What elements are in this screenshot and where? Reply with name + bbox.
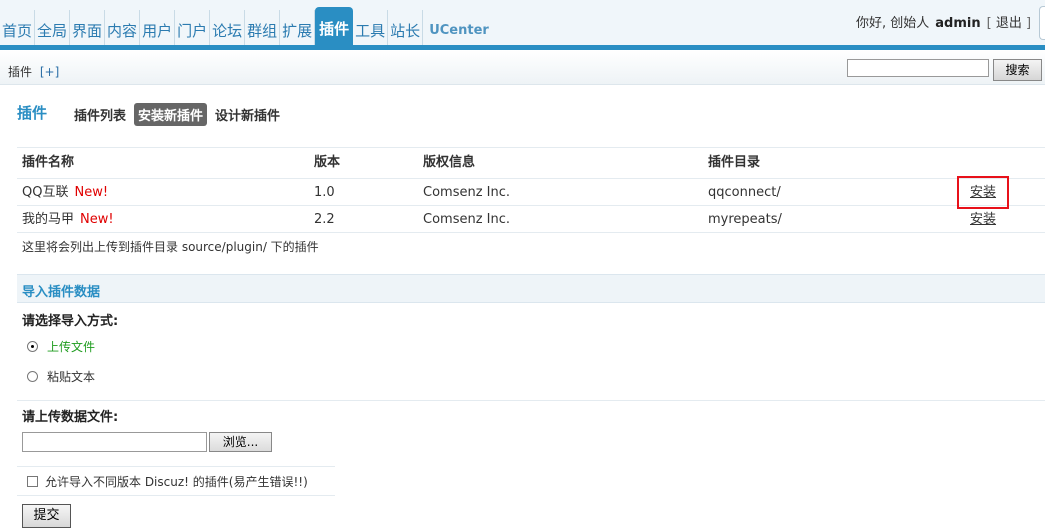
greeting-text: 你好, 创始人 [856, 16, 930, 31]
page-title: 插件 [17, 104, 48, 122]
nav-item-plugin[interactable]: 插件 [315, 7, 354, 47]
import-method-label: 请选择导入方式: [22, 314, 119, 329]
radio-paste-text[interactable]: 粘贴文本 [27, 368, 95, 385]
sub-toolbar: 插件 [+] 搜索 [0, 50, 1045, 85]
plugin-copyright: Comsenz Inc. [423, 185, 511, 200]
bracket-close: ] [1025, 16, 1032, 31]
nav-item-group[interactable]: 群组 [245, 10, 281, 47]
tab-install-plugin[interactable]: 安装新插件 [134, 103, 208, 126]
header-version: 版本 [314, 155, 341, 170]
allow-version-checkbox[interactable]: 允许导入不同版本 Discuz! 的插件(易产生错误!!) [27, 473, 308, 490]
breadcrumb-current: 插件 [8, 65, 33, 79]
radio-dot-checked[interactable] [27, 341, 38, 352]
submit-button[interactable]: 提交 [22, 504, 71, 528]
import-section-header: 导入插件数据 [17, 274, 1045, 303]
search-input[interactable] [847, 59, 989, 77]
nav-item-webmaster[interactable]: 站长 [388, 10, 424, 47]
top-nav-bar: 首页 全局 界面 内容 用户 门户 论坛 群组 扩展 插件 工具 站长 UCen… [0, 0, 1045, 50]
table-header-row: 插件名称 版本 版权信息 插件目录 [17, 147, 1045, 179]
file-upload-label: 请上传数据文件: [22, 410, 119, 425]
page-tabs: 插件列表 安装新插件 设计新插件 [70, 103, 288, 126]
install-link-qqconnect[interactable]: 安装 [956, 176, 1010, 209]
file-path-input[interactable] [22, 432, 207, 452]
header-copyright: 版权信息 [423, 155, 476, 170]
install-link-myrepeats[interactable]: 安装 [960, 206, 1006, 233]
table-row: 我的马甲 New! 2.2 Comsenz Inc. myrepeats/ 安装 [17, 206, 1045, 233]
frame-edge-tab [1039, 6, 1045, 40]
divider [17, 466, 335, 467]
radio-upload-label: 上传文件 [47, 340, 96, 354]
header-directory: 插件目录 [708, 155, 761, 170]
nav-item-style[interactable]: 界面 [70, 10, 106, 47]
nav-item-content[interactable]: 内容 [105, 10, 141, 47]
nav-item-users[interactable]: 用户 [140, 10, 176, 47]
new-badge: New! [80, 212, 114, 227]
nav-item-portal[interactable]: 门户 [175, 10, 211, 47]
breadcrumb: 插件 [+] [8, 63, 59, 80]
header-name: 插件名称 [22, 155, 75, 170]
plugin-name-cell: 我的马甲 New! [22, 206, 114, 233]
nav-item-extend[interactable]: 扩展 [280, 10, 316, 47]
main-nav: 首页 全局 界面 内容 用户 门户 论坛 群组 扩展 插件 工具 站长 UCen… [0, 7, 495, 47]
checkbox-box[interactable] [27, 476, 38, 487]
plugin-name: QQ互联 [22, 185, 69, 200]
plugin-directory: myrepeats/ [708, 212, 782, 227]
plugin-copyright: Comsenz Inc. [423, 212, 511, 227]
plugin-version: 1.0 [314, 185, 335, 200]
search-button[interactable]: 搜索 [993, 59, 1042, 81]
nav-item-forum[interactable]: 论坛 [210, 10, 246, 47]
allow-version-label: 允许导入不同版本 Discuz! 的插件(易产生错误!!) [45, 475, 308, 489]
tab-design-plugin[interactable]: 设计新插件 [211, 103, 284, 126]
tab-plugin-list[interactable]: 插件列表 [70, 103, 130, 126]
user-info: 你好, 创始人 admin [ 退出 ] [856, 12, 1031, 31]
table-row: QQ互联 New! 1.0 Comsenz Inc. qqconnect/ 安装 [17, 176, 1045, 209]
username: admin [935, 16, 981, 31]
add-shortcut-link[interactable]: [+] [40, 65, 59, 79]
browse-button[interactable]: 浏览... [209, 432, 272, 452]
divider [17, 495, 335, 496]
nav-item-global[interactable]: 全局 [35, 10, 71, 47]
table-note: 这里将会列出上传到插件目录 source/plugin/ 下的插件 [22, 240, 319, 254]
nav-item-tools[interactable]: 工具 [353, 10, 389, 47]
plugin-name: 我的马甲 [22, 212, 75, 227]
plugin-directory: qqconnect/ [708, 185, 781, 200]
logout-link[interactable]: 退出 [996, 16, 1022, 31]
plugin-name-cell: QQ互联 New! [22, 179, 108, 206]
plugin-table: 插件名称 版本 版权信息 插件目录 QQ互联 New! 1.0 Comsenz I… [17, 147, 1045, 233]
divider [17, 400, 1045, 401]
plugin-version: 2.2 [314, 212, 335, 227]
radio-upload-file[interactable]: 上传文件 [27, 338, 95, 355]
nav-item-ucenter[interactable]: UCenter [423, 10, 495, 47]
bracket-open: [ [986, 16, 992, 31]
new-badge: New! [74, 185, 109, 200]
radio-paste-label: 粘贴文本 [47, 370, 96, 384]
radio-dot-unchecked[interactable] [27, 371, 38, 382]
import-section-title: 导入插件数据 [22, 285, 101, 300]
nav-item-home[interactable]: 首页 [0, 10, 36, 47]
